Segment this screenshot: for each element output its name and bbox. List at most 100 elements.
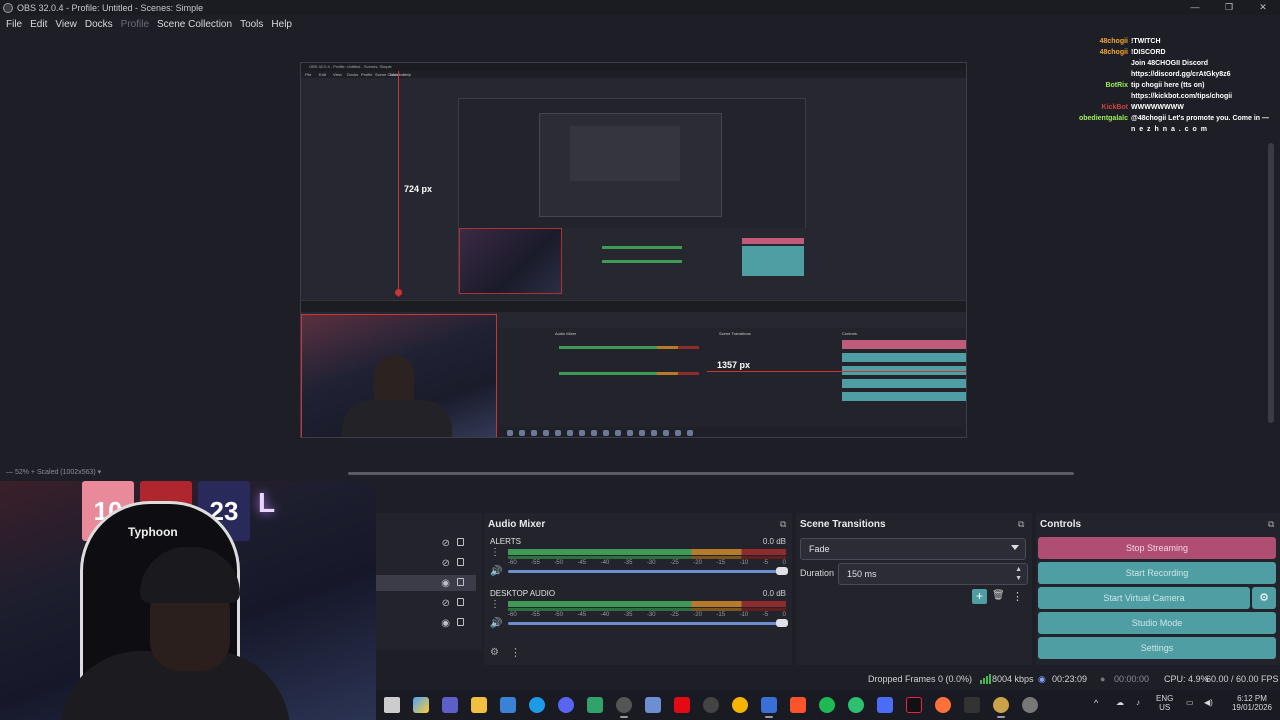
audio-mixer-dock: Audio Mixer ⧉ ALERTS 0.0 dB ⋮ -60 -55 -50-… [484,513,792,665]
lock-icon[interactable] [457,538,464,546]
source-row[interactable]: ⊘ [376,535,476,551]
spin-arrows-icon[interactable]: ▲ ▼ [1015,565,1022,583]
visibility-off-icon[interactable]: ⊘ [442,538,450,549]
source-row[interactable]: ◉ [376,615,476,631]
file-explorer-icon[interactable] [471,697,487,713]
advanced-audio-icon[interactable]: ⚙ [490,647,499,658]
dock-float-icon[interactable]: ⧉ [780,519,786,530]
more-options-icon[interactable]: ⋮ [1012,590,1023,603]
preview-canvas[interactable]: OBS 32.0.4 - Profile: Untitled - Scenes:… [300,62,967,438]
volume-slider-knob[interactable] [776,567,788,575]
volume-slider[interactable] [508,622,780,625]
app-icon-green-round[interactable] [819,697,835,713]
eye-icon[interactable]: ◉ [441,618,450,629]
xbox-icon[interactable] [848,697,864,713]
app-icon-grey[interactable] [703,697,719,713]
scroll-thumb[interactable] [348,472,1074,475]
netflix-icon[interactable] [674,697,690,713]
settings-button[interactable]: Settings [1038,637,1276,659]
copilot-icon[interactable] [413,697,429,713]
app-icon-gold[interactable] [993,697,1009,718]
lock-icon[interactable] [457,558,464,566]
speaker-icon[interactable]: 🔊 [490,566,502,577]
minimize-button[interactable]: — [1178,0,1212,15]
chrome-icon[interactable] [732,697,748,713]
preview-area[interactable]: OBS 32.0.4 - Profile: Untitled - Scenes:… [0,33,1280,466]
close-button[interactable]: ✕ [1246,0,1280,15]
obs-taskbar-icon[interactable] [616,697,632,718]
speaker-icon[interactable]: 🔊 [490,618,502,629]
add-transition-button[interactable]: + [972,589,987,604]
cloud-icon[interactable]: ☁ [1116,698,1124,707]
menu-edit[interactable]: Edit [26,19,51,30]
menu-file[interactable]: File [2,19,26,30]
menu-help[interactable]: Help [267,19,296,30]
guide-handle[interactable] [395,289,402,296]
app-icon-blue[interactable] [645,697,661,713]
app-icon-active[interactable] [761,697,777,718]
lock-icon[interactable] [457,618,464,626]
source-row-selected[interactable]: ◉ [376,575,476,591]
scene-transitions-dock: Scene Transitions ⧉ Fade Duration 150 ms… [796,513,1032,665]
trash-icon[interactable]: 🗑 [992,590,1005,603]
network-icon[interactable]: ▭ [1186,698,1194,707]
volume-slider[interactable] [508,570,780,573]
app-icon-green[interactable] [587,697,603,713]
webcam-source[interactable] [301,314,497,437]
width-measure-label: 1357 px [717,360,751,370]
mixer-menu-icon[interactable]: ⋮ [510,646,521,659]
volume-meter-secondary [508,556,786,559]
edge-icon[interactable] [529,697,545,713]
maximize-button[interactable]: ❐ [1212,0,1246,15]
channel-menu-icon[interactable]: ⋮ [490,547,500,558]
source-row[interactable]: ⊘ [376,555,476,571]
virtual-camera-settings-gear-icon[interactable]: ⚙ [1252,587,1276,609]
menu-view[interactable]: View [51,19,81,30]
preview-vertical-scrollbar[interactable] [1268,143,1274,423]
language-indicator[interactable]: ENG US [1156,694,1173,712]
nested-docks-large: Audio Mixer Scene Transitions Controls 1… [497,328,966,437]
store-icon[interactable] [500,697,516,713]
tray-chevron-icon[interactable]: ^ [1094,698,1098,708]
settings-gear-icon[interactable] [1022,697,1038,713]
discord-icon[interactable] [558,697,574,713]
source-row[interactable]: ⊘ [376,595,476,611]
epic-games-icon[interactable] [964,697,980,713]
mic-icon[interactable]: ♪ [1136,698,1140,707]
brave-icon[interactable] [790,697,806,713]
start-virtual-camera-button[interactable]: Start Virtual Camera [1038,587,1250,609]
teams-icon[interactable] [442,697,458,713]
lock-icon[interactable] [457,598,464,606]
studio-mode-button[interactable]: Studio Mode [1038,612,1276,634]
dock-float-icon[interactable]: ⧉ [1018,519,1024,530]
volume-slider-knob[interactable] [776,619,788,627]
lakers-logo: L [258,487,276,518]
channel-menu-icon[interactable]: ⋮ [490,599,500,610]
volume-icon[interactable]: ◀) [1204,698,1213,707]
duration-spinbox[interactable]: 150 ms ▲ ▼ [838,563,1028,585]
status-bar: Dropped Frames 0 (0.0%) 8004 kbps ◉ 00:2… [376,668,1280,690]
record-status-icon: ● [1100,674,1106,684]
preview-horizontal-scrollbar[interactable]: — 52% + Scaled (1002x563) ▾ [0,466,1280,480]
dock-float-icon[interactable]: ⧉ [1268,519,1274,530]
lock-icon[interactable] [457,578,464,586]
visibility-off-icon[interactable]: ⊘ [442,558,450,569]
app-icon-plus[interactable] [877,697,893,713]
eye-icon[interactable]: ◉ [441,578,450,589]
bitrate: 8004 kbps [992,674,1034,684]
taskview-icon[interactable] [384,697,400,713]
menu-profile[interactable]: Profile [117,19,153,30]
start-recording-button[interactable]: Start Recording [1038,562,1276,584]
clock[interactable]: 6:12 PM 19/01/2026 [1226,694,1278,712]
firefox-icon[interactable] [935,697,951,713]
visibility-off-icon[interactable]: ⊘ [442,598,450,609]
menu-docks[interactable]: Docks [81,19,117,30]
zoom-level[interactable]: — 52% + Scaled (1002x563) ▾ [6,468,101,476]
chevron-down-icon [1011,545,1019,550]
transition-select[interactable]: Fade [800,538,1026,560]
menu-tools[interactable]: Tools [236,19,267,30]
stop-streaming-button[interactable]: Stop Streaming [1038,537,1276,559]
tiktok-icon[interactable] [906,697,922,713]
nested-menu-bar: File Edit View Docks Profile Scene Collection… [301,71,966,78]
menu-scene-collection[interactable]: Scene Collection [153,19,236,30]
